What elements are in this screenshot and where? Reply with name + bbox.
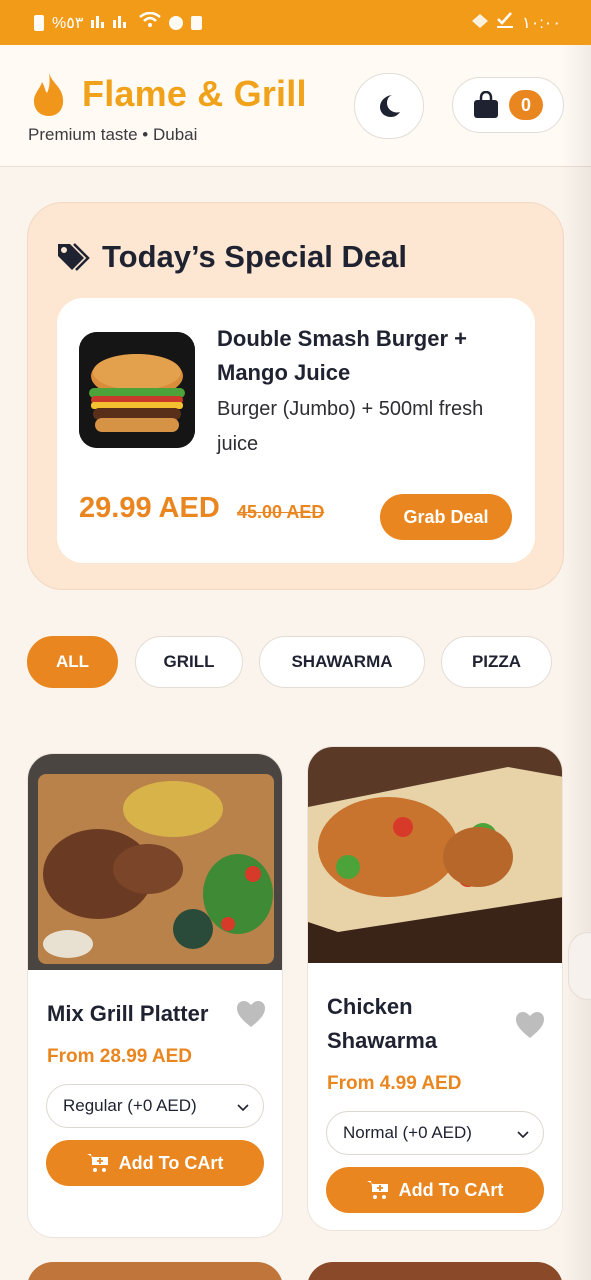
signal-icon — [91, 12, 131, 33]
brand-subtitle: Premium taste • Dubai — [28, 125, 198, 144]
product-price: From 28.99 AED — [47, 1046, 193, 1067]
status-left: %٥٣ — [34, 11, 203, 33]
heart-icon[interactable] — [515, 1011, 545, 1039]
chevron-down-icon — [237, 1104, 249, 1112]
chevron-down-icon — [517, 1131, 529, 1139]
side-panel-handle[interactable] — [568, 932, 591, 1000]
category-grill[interactable]: GRILL — [135, 636, 243, 688]
clock: ١٠:٠٠ — [522, 14, 561, 32]
battery-level: %٥٣ — [52, 14, 84, 32]
category-all[interactable]: ALL — [27, 636, 118, 688]
brand[interactable]: Flame & Grill — [30, 71, 307, 117]
add-to-cart-button[interactable]: Add To CArt — [326, 1167, 544, 1213]
status-right: ١٠:٠٠ — [472, 12, 561, 33]
grab-deal-button[interactable]: Grab Deal — [380, 494, 512, 540]
check-icon — [496, 12, 514, 33]
add-to-cart-button[interactable]: Add To CArt — [46, 1140, 264, 1186]
product-name: Mix Grill Platter — [47, 1001, 209, 1026]
deal-old-price: 45.00 AED — [237, 502, 325, 522]
add-to-cart-label: Add To CArt — [398, 1179, 504, 1200]
sync-icon — [472, 13, 489, 33]
product-card-peek[interactable] — [307, 1262, 563, 1280]
size-select-value: Regular (+0 AED) — [63, 1096, 197, 1115]
size-select[interactable]: Regular (+0 AED) — [46, 1084, 264, 1128]
status-bar: %٥٣ ١٠:٠٠ — [0, 0, 591, 45]
cart-plus-icon — [86, 1154, 108, 1172]
product-card-peek[interactable] — [27, 1262, 283, 1280]
brand-name: Flame & Grill — [82, 73, 307, 114]
product-price: From 4.99 AED — [327, 1073, 462, 1094]
mix-grill-image — [28, 754, 282, 970]
heart-icon[interactable] — [236, 1000, 266, 1028]
alarm-icon — [169, 15, 184, 30]
theme-toggle-button[interactable] — [354, 73, 424, 139]
wifi-icon — [139, 11, 162, 33]
notification-icon — [191, 15, 203, 30]
cart-plus-icon — [366, 1181, 388, 1199]
chicken-shawarma-image — [308, 747, 562, 963]
size-select[interactable]: Normal (+0 AED) — [326, 1111, 544, 1155]
tags-icon — [58, 243, 90, 271]
flame-icon — [34, 73, 64, 116]
category-shawarma[interactable]: SHAWARMA — [259, 636, 425, 688]
battery-icon — [34, 14, 44, 31]
deal-title: Today’s Special Deal — [102, 239, 407, 274]
category-pizza[interactable]: PIZZA — [441, 636, 552, 688]
add-to-cart-label: Add To CArt — [118, 1152, 224, 1173]
size-select-value: Normal (+0 AED) — [343, 1123, 472, 1142]
product-card[interactable]: Mix Grill Platter From 28.99 AED Regular… — [27, 753, 283, 1238]
app-header: Flame & Grill Premium taste • Dubai 0 — [0, 45, 591, 167]
shopping-bag-icon — [474, 91, 498, 118]
special-deal-section: Today’s Special Deal Double Smash Burger… — [27, 202, 564, 590]
deal-heading: Today’s Special Deal — [56, 239, 407, 275]
product-name: Chicken Shawarma — [327, 994, 438, 1053]
cart-count-badge: 0 — [509, 90, 543, 120]
burger-image — [79, 332, 195, 448]
edge-shadow — [561, 45, 591, 1280]
deal-description: Burger (Jumbo) + 500ml fresh juice — [217, 398, 484, 455]
moon-icon — [380, 95, 400, 117]
deal-name: Double Smash Burger + Mango Juice — [217, 326, 468, 385]
deal-price: 29.99 AED — [79, 492, 220, 524]
deal-card[interactable]: Double Smash Burger + Mango Juice Burger… — [57, 298, 535, 563]
cart-button[interactable]: 0 — [452, 77, 564, 133]
product-card[interactable]: Chicken Shawarma From 4.99 AED Normal (+… — [307, 746, 563, 1231]
